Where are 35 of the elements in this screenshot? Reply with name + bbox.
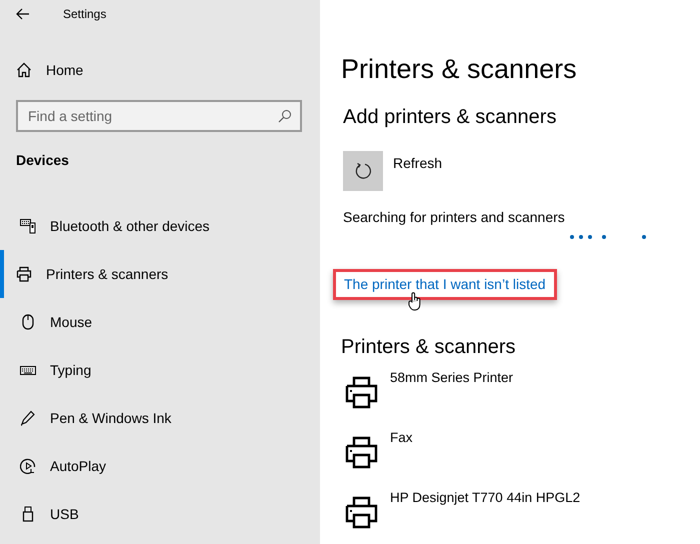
- nav-item[interactable]: Pen & Windows Ink: [0, 394, 320, 442]
- home-link[interactable]: Home: [16, 56, 96, 84]
- printer-icon: [345, 436, 378, 469]
- search-field[interactable]: Find a setting: [16, 100, 302, 132]
- printer-icon: [345, 376, 378, 409]
- printer-item[interactable]: 58mm Series Printer: [345, 372, 700, 432]
- nav-item[interactable]: Typing: [0, 346, 320, 394]
- nav-item[interactable]: Mouse: [0, 298, 320, 346]
- refresh-label: Refresh: [393, 155, 442, 171]
- nav-item[interactable]: AutoPlay: [0, 442, 320, 490]
- back-arrow-icon[interactable]: [16, 8, 30, 20]
- search-icon: [278, 109, 292, 123]
- printer-item[interactable]: Fax: [345, 432, 700, 492]
- printer-item[interactable]: HP Designjet T770 44in HPGL2: [345, 492, 700, 544]
- not-listed-link[interactable]: The printer that I want isn’t listed: [344, 276, 546, 292]
- printer-icon: [16, 266, 32, 282]
- refresh-icon: [354, 162, 372, 180]
- nav-item[interactable]: Bluetooth & other devices: [0, 202, 320, 250]
- nav-item[interactable]: USB: [0, 490, 320, 538]
- status-text: Searching for printers and scanners: [343, 209, 566, 225]
- mouse-icon: [22, 314, 34, 330]
- section-heading: Printers & scanners: [341, 335, 517, 360]
- page-title: Printers & scanners: [341, 53, 578, 86]
- keyboard-icon: [20, 364, 36, 376]
- home-icon: [16, 62, 32, 78]
- section-heading: Add printers & scanners: [343, 105, 558, 130]
- usb-drive-icon: [22, 506, 34, 522]
- hand-cursor-icon: [408, 292, 422, 311]
- keyboard-phone-icon: [20, 218, 36, 234]
- refresh-button[interactable]: [343, 151, 383, 191]
- window-title: Settings: [63, 7, 106, 21]
- section-heading: Devices: [16, 152, 68, 168]
- printer-icon: [345, 496, 378, 529]
- autoplay-icon: [20, 458, 36, 474]
- pen-icon: [20, 410, 36, 426]
